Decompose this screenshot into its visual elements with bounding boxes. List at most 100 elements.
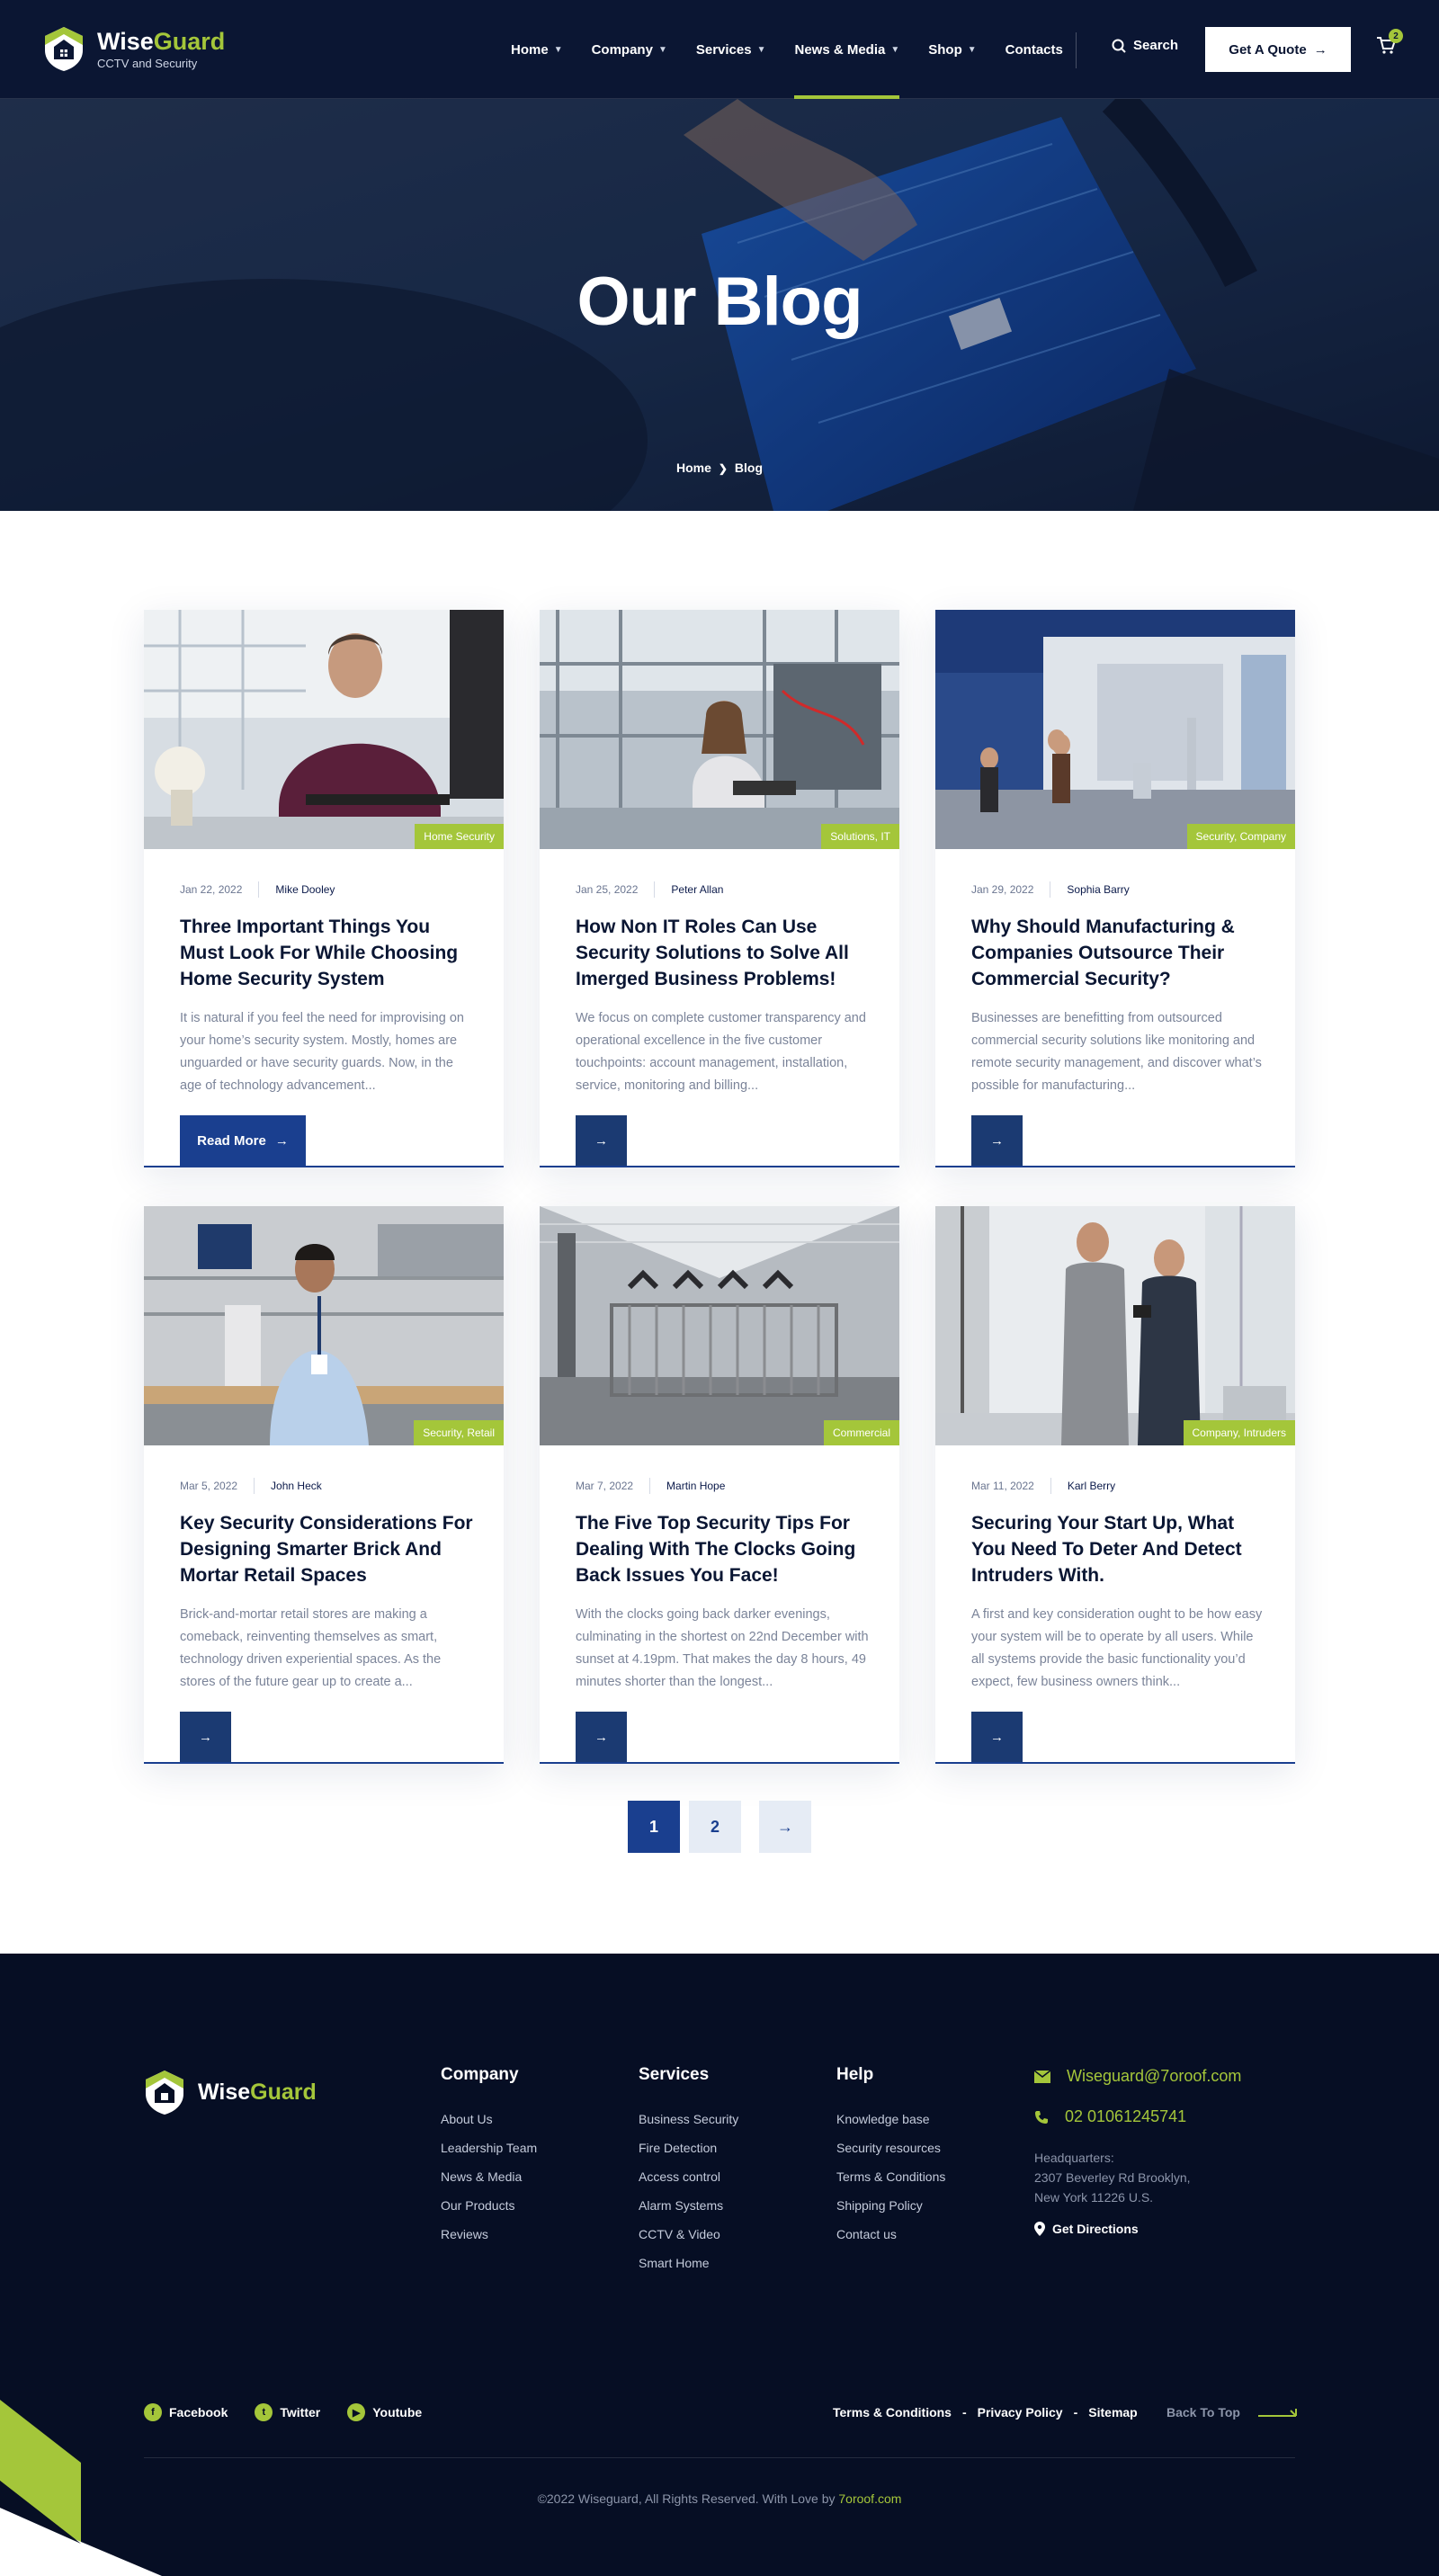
site-logo[interactable]: WiseGuard CCTV and Security <box>43 25 225 72</box>
footer-link[interactable]: News & Media <box>441 2169 522 2184</box>
page-title: Our Blog <box>576 264 863 340</box>
legal-links: Terms & Conditions - Privacy Policy - Site… <box>833 2405 1138 2419</box>
page-hero: Our Blog Home ❯ Blog <box>0 99 1439 511</box>
nav-news-media[interactable]: News & Media ▼ <box>794 0 899 99</box>
nav-contacts[interactable]: Contacts <box>1006 0 1063 99</box>
read-more-button[interactable]: → <box>576 1115 627 1166</box>
footer-link[interactable]: Knowledge base <box>836 2112 930 2126</box>
post-author[interactable]: John Heck <box>271 1480 322 1492</box>
twitter-icon: t <box>255 2403 273 2421</box>
post-title[interactable]: Securing Your Start Up, What You Need To… <box>971 1510 1268 1588</box>
post-image[interactable] <box>540 610 899 849</box>
post-title[interactable]: Three Important Things You Must Look For… <box>180 914 477 992</box>
page-1-button[interactable]: 1 <box>628 1801 680 1853</box>
facebook-link[interactable]: f Facebook <box>144 2403 228 2421</box>
post-title[interactable]: The Five Top Security Tips For Dealing W… <box>576 1510 872 1588</box>
category-tag[interactable]: Security, Retail <box>414 1420 504 1445</box>
footer-column-title: Services <box>639 2065 710 2084</box>
nav-shop[interactable]: Shop ▼ <box>928 0 976 99</box>
footer-logo[interactable]: WiseGuard <box>144 2069 317 2115</box>
category-tag[interactable]: Company, Intruders <box>1183 1420 1295 1445</box>
main-nav: Home ▼ Company ▼ Services ▼ News & Media ▼ S… <box>511 0 1092 99</box>
chevron-down-icon: ▼ <box>657 44 667 55</box>
twitter-link[interactable]: t Twitter <box>255 2403 320 2421</box>
post-title[interactable]: How Non IT Roles Can Use Security Soluti… <box>576 914 872 992</box>
post-date: Mar 11, 2022 <box>971 1480 1034 1492</box>
chevron-right-icon: ❯ <box>718 462 728 475</box>
post-author[interactable]: Peter Allan <box>671 883 723 896</box>
brand-tagline: CCTV and Security <box>97 56 198 70</box>
post-author[interactable]: Karl Berry <box>1068 1480 1115 1492</box>
footer-link[interactable]: Fire Detection <box>639 2141 717 2155</box>
nav-services[interactable]: Services ▼ <box>696 0 766 99</box>
get-directions-link[interactable]: Get Directions <box>1034 2222 1241 2236</box>
read-more-button[interactable]: → <box>971 1115 1023 1166</box>
post-date: Mar 7, 2022 <box>576 1480 634 1492</box>
read-more-button[interactable]: → <box>576 1712 627 1762</box>
footer-phone[interactable]: 02 01061245741 <box>1034 2107 1241 2126</box>
footer-link[interactable]: CCTV & Video <box>639 2227 720 2241</box>
footer-link[interactable]: Reviews <box>441 2227 488 2241</box>
post-image[interactable] <box>540 1206 899 1445</box>
read-more-button[interactable]: Read More → <box>180 1115 306 1166</box>
site-footer: WiseGuard Company About Us Leadership Te… <box>0 1954 1439 2576</box>
footer-link[interactable]: Contact us <box>836 2227 897 2241</box>
footer-link[interactable]: Security resources <box>836 2141 941 2155</box>
search-button[interactable]: Search <box>1112 38 1178 53</box>
post-title[interactable]: Why Should Manufacturing & Companies Out… <box>971 914 1268 992</box>
author-link[interactable]: 7oroof.com <box>838 2491 901 2506</box>
footer-link[interactable]: Access control <box>639 2169 720 2184</box>
headquarters-address: Headquarters: 2307 Beverley Rd Brooklyn,… <box>1034 2151 1191 2205</box>
post-image[interactable] <box>935 610 1295 849</box>
post-date: Mar 5, 2022 <box>180 1480 238 1492</box>
post-author[interactable]: Mike Dooley <box>275 883 335 896</box>
post-date: Jan 25, 2022 <box>576 883 639 896</box>
footer-link[interactable]: Terms & Conditions <box>836 2169 945 2184</box>
next-page-button[interactable]: → <box>759 1801 811 1853</box>
footer-link[interactable]: Alarm Systems <box>639 2198 723 2213</box>
footer-link[interactable]: About Us <box>441 2112 493 2126</box>
footer-brand-name: WiseGuard <box>198 2080 317 2105</box>
get-quote-button[interactable]: Get A Quote → <box>1205 27 1351 72</box>
post-image[interactable] <box>935 1206 1295 1445</box>
post-author[interactable]: Martin Hope <box>666 1480 725 1492</box>
post-image[interactable] <box>144 1206 504 1445</box>
chevron-down-icon: ▼ <box>967 44 977 55</box>
arrow-right-icon: → <box>594 1132 608 1149</box>
arrow-right-icon: → <box>777 1817 793 1836</box>
footer-link[interactable]: Shipping Policy <box>836 2198 923 2213</box>
read-more-button[interactable]: → <box>180 1712 231 1762</box>
footer-link[interactable]: Business Security <box>639 2112 738 2126</box>
nav-company[interactable]: Company ▼ <box>592 0 667 99</box>
category-tag[interactable]: Home Security <box>415 824 504 849</box>
footer-link[interactable]: Smart Home <box>639 2256 710 2270</box>
breadcrumb-home[interactable]: Home <box>676 461 711 475</box>
blog-card: Solutions, IT Jan 25, 2022 Peter Allan Ho… <box>540 610 899 1167</box>
post-author[interactable]: Sophia Barry <box>1067 883 1129 896</box>
privacy-link[interactable]: Privacy Policy <box>978 2405 1063 2419</box>
footer-link[interactable]: Leadership Team <box>441 2141 537 2155</box>
footer-link[interactable]: Our Products <box>441 2198 514 2213</box>
nav-divider <box>1076 32 1077 68</box>
youtube-link[interactable]: ▶ Youtube <box>347 2403 422 2421</box>
sitemap-link[interactable]: Sitemap <box>1088 2405 1137 2419</box>
terms-link[interactable]: Terms & Conditions <box>833 2405 952 2419</box>
post-title[interactable]: Key Security Considerations For Designin… <box>180 1510 477 1588</box>
category-tag[interactable]: Security, Company <box>1186 824 1295 849</box>
footer-column-title: Company <box>441 2065 519 2084</box>
blog-card: Commercial Mar 7, 2022 Martin Hope The Fi… <box>540 1206 899 1764</box>
shield-house-logo-icon <box>144 2069 185 2115</box>
read-more-button[interactable]: → <box>971 1712 1023 1762</box>
nav-home[interactable]: Home ▼ <box>511 0 563 99</box>
category-tag[interactable]: Solutions, IT <box>821 824 899 849</box>
arrow-right-icon: → <box>594 1729 608 1745</box>
cart-button[interactable]: 2 <box>1376 29 1403 58</box>
chevron-down-icon: ▼ <box>553 44 563 55</box>
footer-email[interactable]: Wiseguard@7oroof.com <box>1034 2067 1241 2086</box>
post-image[interactable] <box>144 610 504 849</box>
back-to-top-button[interactable]: Back To Top <box>1166 2405 1300 2419</box>
page-2-button[interactable]: 2 <box>689 1801 741 1853</box>
category-tag[interactable]: Commercial <box>823 1420 899 1445</box>
arrow-right-icon: → <box>274 1132 289 1149</box>
copyright-text: ©2022 Wiseguard, All Rights Reserved. Wi… <box>537 2491 902 2506</box>
